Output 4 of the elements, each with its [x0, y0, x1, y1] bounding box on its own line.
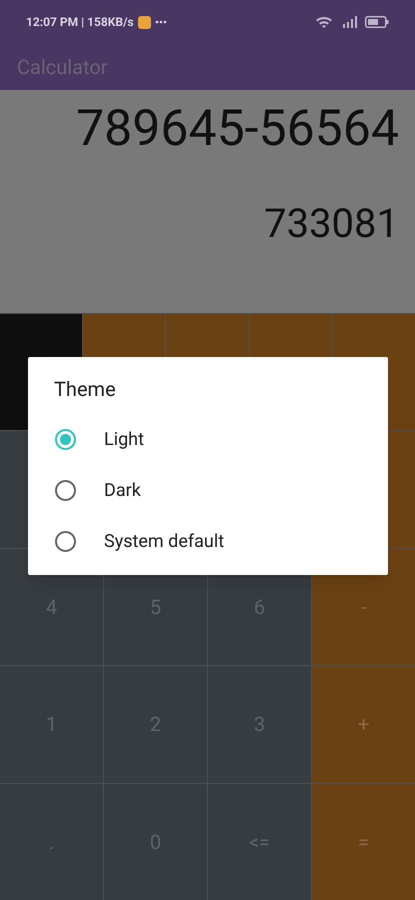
- dialog-title: Theme: [53, 379, 117, 399]
- expression-text: 789645-56564: [76, 104, 399, 154]
- status-time: 12:07 PM | 158KB/s: [26, 14, 134, 31]
- result-text: 733081: [264, 204, 399, 244]
